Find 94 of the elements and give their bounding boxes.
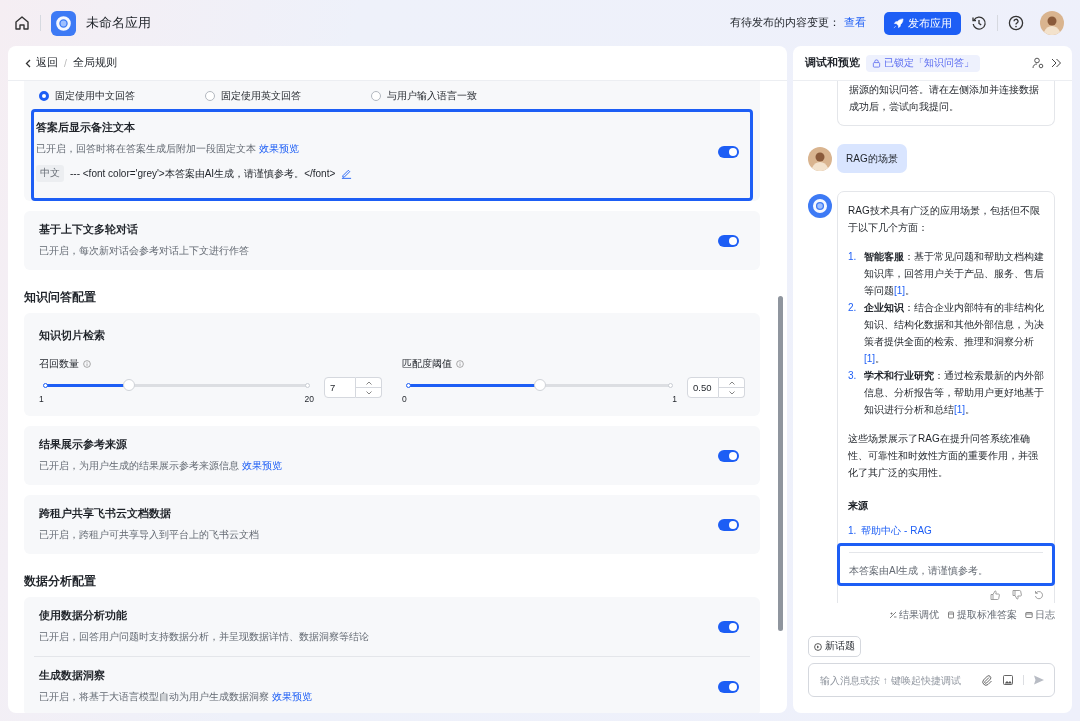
rocket-icon: [893, 17, 904, 29]
setting-title: 跨租户共享飞书云文档数据: [39, 507, 172, 521]
slider-max: 20: [304, 394, 314, 404]
avatar: [808, 147, 832, 171]
home-icon[interactable]: [14, 15, 30, 31]
toggle-switch[interactable]: [718, 680, 739, 693]
section-title: 知识问答配置: [24, 290, 97, 305]
bot-avatar: [808, 194, 832, 218]
tune-icon: [889, 611, 897, 619]
slider-thumb[interactable]: [533, 379, 546, 391]
action-button[interactable]: 日志: [1025, 608, 1055, 622]
edit-icon[interactable]: [341, 168, 353, 179]
pending-changes-label: 有待发布的内容变更：: [730, 16, 840, 30]
radio-option[interactable]: 固定使用中文回答: [39, 89, 205, 103]
slider-min: 0: [402, 394, 407, 404]
setting-description: 已开启，回答时将在答案生成后附加一段固定文本: [36, 143, 256, 154]
setting-title: 生成数据洞察: [39, 669, 106, 683]
action-button[interactable]: 提取标准答案: [947, 608, 1017, 622]
image-icon[interactable]: [1002, 674, 1014, 686]
play-circle-icon: [814, 642, 822, 651]
radio-option[interactable]: 固定使用英文回答: [205, 89, 371, 103]
scrollbar-thumb[interactable]: [778, 296, 783, 631]
list-item-text: 企业知识：结合企业内部特有的非结构化知识、结构化数据和其他外部信息，为决策者提供全面的检索、推理和洞察分析 [1]。: [864, 301, 1044, 366]
sources-heading: 来源: [848, 499, 869, 513]
disclaimer-text: 本答案由AI生成，请谨慎参考。: [849, 565, 989, 576]
setting-title: 结果展示参考来源: [39, 438, 128, 452]
toggle-switch[interactable]: [718, 449, 739, 462]
list-number: 1.: [848, 250, 858, 264]
chevron-down-icon: [728, 390, 735, 395]
radio-option[interactable]: 与用户输入语言一致: [371, 89, 537, 103]
setting-title: 答案后显示备注文本: [36, 121, 136, 135]
app-name: 未命名应用: [86, 14, 151, 32]
section-title: 数据分析配置: [24, 574, 97, 589]
toggle-switch[interactable]: [718, 620, 739, 633]
user-settings-icon[interactable]: [1032, 57, 1044, 69]
number-field[interactable]: 0.50: [687, 377, 719, 398]
setting-title: 使用数据分析功能: [39, 609, 128, 623]
setting-title: 基于上下文多轮对话: [39, 223, 139, 237]
collapse-icon[interactable]: [1050, 57, 1062, 69]
slider-min: 1: [39, 394, 44, 404]
toggle-switch[interactable]: [718, 234, 739, 247]
thumbs-down-icon[interactable]: [1012, 590, 1022, 600]
user-message: RAG的场景: [837, 144, 907, 173]
chevron-up-icon: [728, 380, 735, 385]
setting-description: 已开启，每次新对话会参考对话上下文进行作答: [39, 245, 249, 256]
lock-icon: [872, 58, 881, 68]
thumbs-up-icon[interactable]: [990, 590, 1000, 600]
page-title: 全局规则: [72, 56, 117, 70]
publish-button[interactable]: 发布应用: [884, 11, 961, 35]
preview-link[interactable]: 效果预览: [271, 691, 312, 702]
clipboard-icon: [947, 611, 955, 619]
new-topic-button[interactable]: 新话题: [808, 636, 861, 657]
list-item-text: 智能客服：基于常见问题和帮助文档构建知识库，回答用户关于产品、服务、售后等问题[1]。: [864, 250, 1044, 298]
bot-message: 据源的知识问答。请在左侧添加并连接数据成功后，尝试向我提问。: [837, 81, 1055, 126]
toggle-switch[interactable]: [718, 518, 739, 531]
list-number: 2.: [848, 301, 858, 315]
slider-label: 匹配度阈值: [402, 357, 452, 371]
window-icon: [1025, 611, 1033, 619]
preview-link[interactable]: 效果预览: [258, 143, 299, 154]
breadcrumb-separator: /: [64, 57, 67, 69]
setting-description: 已开启，为用户生成的结果展示参考来源信息: [39, 460, 239, 471]
chevron-down-icon: [365, 390, 372, 395]
slider-label: 召回数量: [39, 357, 79, 371]
language-tag: 中文: [36, 165, 64, 182]
lock-tag: 已锁定「知识问答」: [866, 54, 980, 72]
setting-description: 已开启，回答用户问题时支持数据分析，并呈现数据详情、数据洞察等结论: [39, 631, 369, 642]
preview-link[interactable]: 效果预览: [241, 460, 282, 471]
attachment-icon[interactable]: [981, 674, 993, 686]
source-link[interactable]: 1. 帮助中心 - RAG: [848, 522, 1044, 539]
chevron-left-icon: [24, 58, 33, 68]
action-button[interactable]: 结果调优: [889, 608, 939, 622]
setting-title: 知识切片检索: [39, 329, 105, 341]
view-link[interactable]: 查看: [844, 16, 866, 30]
toggle-switch[interactable]: [718, 145, 739, 158]
setting-description: 已开启，跨租户可共享导入到平台上的飞书云文档: [39, 529, 259, 540]
note-text: --- <font color='grey'>本答案由AI生成，请谨慎参考。</font>: [70, 166, 336, 181]
history-icon[interactable]: [971, 15, 987, 31]
app-logo: [51, 10, 76, 36]
slider-max: 1: [672, 394, 677, 404]
list-number: 3.: [848, 369, 858, 383]
panel-title: 调试和预览: [805, 56, 860, 70]
slider-thumb[interactable]: [123, 379, 136, 391]
info-icon: [83, 360, 91, 368]
back-link[interactable]: 返回: [24, 56, 58, 70]
list-item-text: 学术和行业研究：通过检索最新的内外部信息、分析报告等，帮助用户更好地基于知识进行分析和总结[1]。: [864, 369, 1044, 417]
info-icon: [456, 360, 464, 368]
chevron-up-icon: [365, 380, 372, 385]
help-icon[interactable]: [1008, 15, 1024, 31]
number-field[interactable]: 7: [324, 377, 356, 398]
answer-text: 这些场景展示了RAG在提升问答系统准确性、可靠性和时效性方面的重要作用，并强化了其广泛的实用性。: [848, 432, 1039, 480]
answer-text: RAG技术具有广泛的应用场景，包括但不限于以下几个方面：: [848, 204, 1041, 235]
setting-description: 已开启，将基于大语言模型自动为用户生成数据洞察: [39, 691, 269, 702]
avatar: [1040, 11, 1064, 35]
refresh-icon[interactable]: [1034, 590, 1044, 600]
